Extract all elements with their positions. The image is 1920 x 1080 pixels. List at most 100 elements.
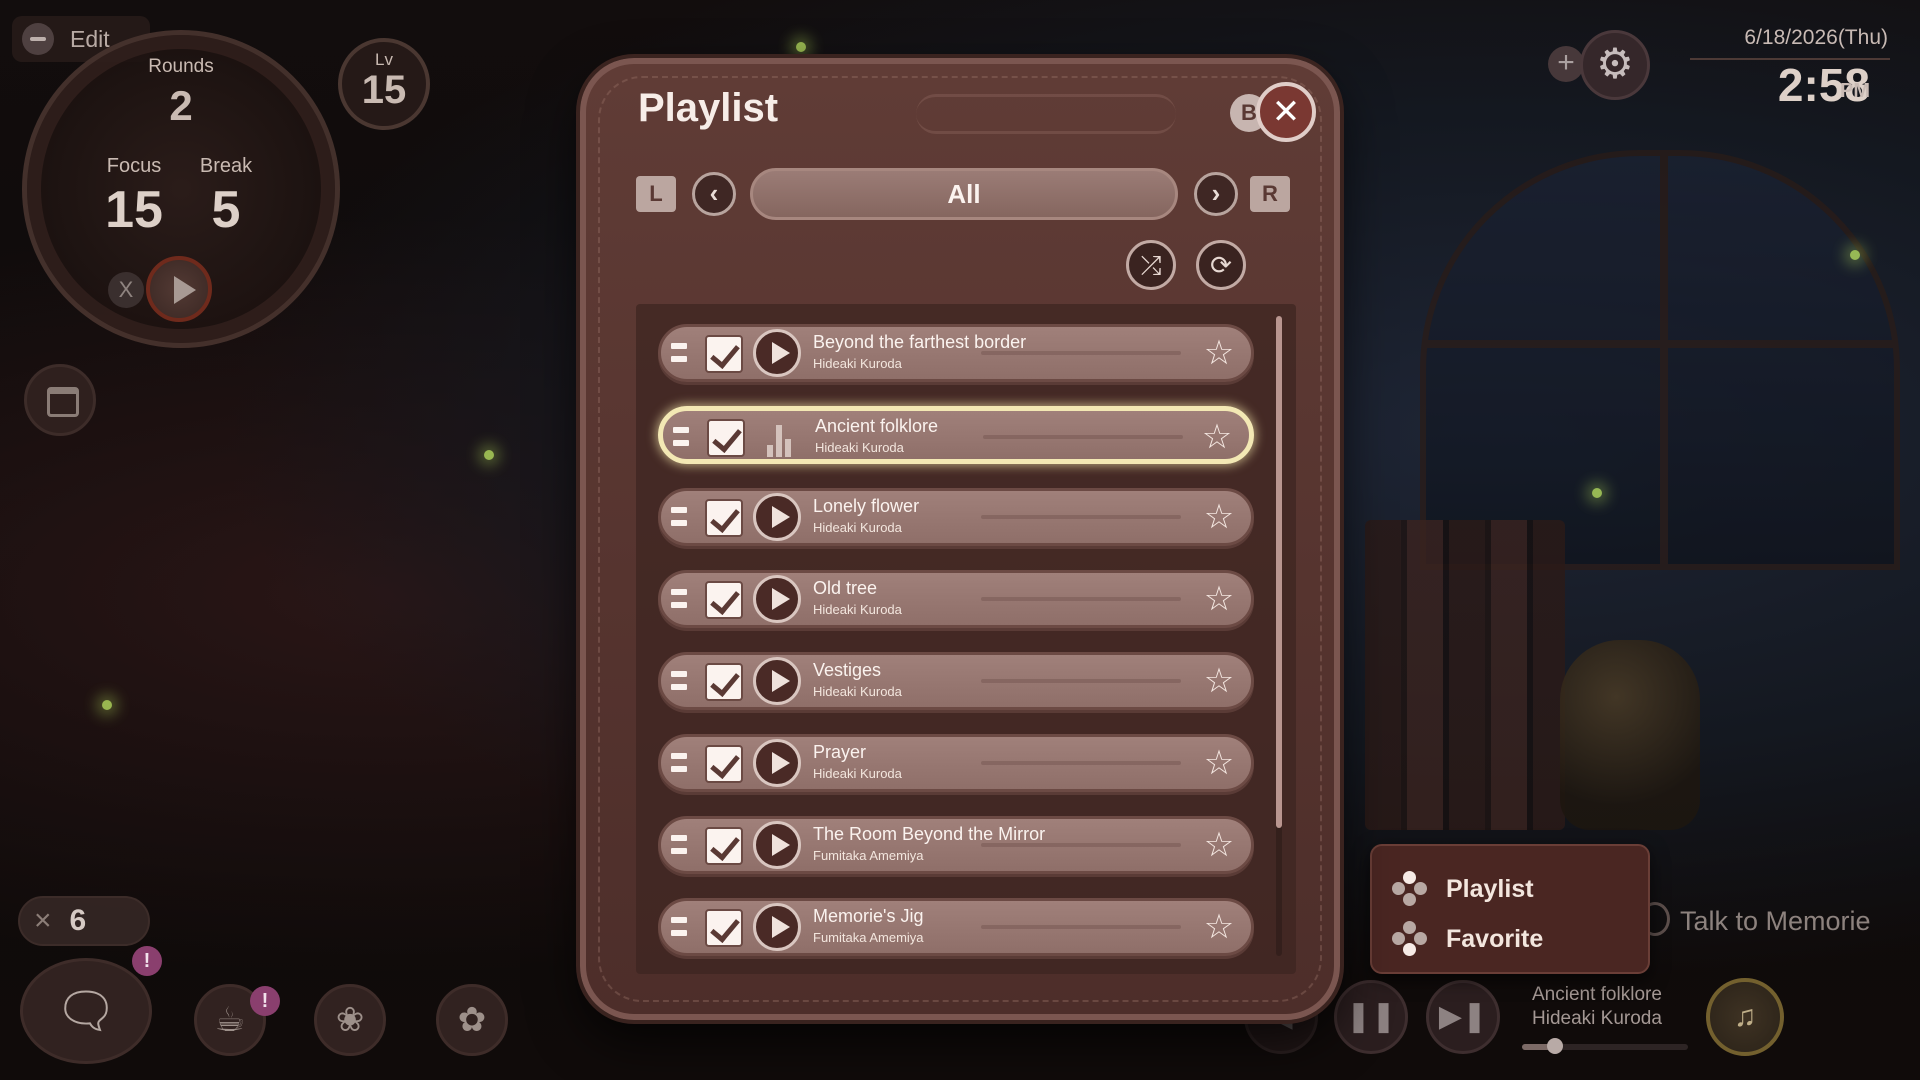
- now-playing-title: Ancient folklore: [1532, 984, 1662, 1005]
- prev-filter-button[interactable]: ‹: [692, 172, 736, 216]
- drag-handle-icon[interactable]: [671, 835, 687, 857]
- timer-stop-button[interactable]: X: [108, 272, 144, 308]
- menu-item-label: Playlist: [1446, 874, 1534, 903]
- track-row[interactable]: Beyond the farthest border Hideaki Kuroda…: [658, 324, 1254, 382]
- time-display: 2:58: [1777, 59, 1870, 111]
- track-checkbox[interactable]: [705, 909, 743, 947]
- volume-knob[interactable]: [1547, 1038, 1564, 1054]
- drag-handle-icon[interactable]: [671, 753, 687, 775]
- acorn-button[interactable]: ✿: [436, 984, 508, 1056]
- track-title: The Room Beyond the Mirror: [813, 824, 1046, 844]
- ampm-display: PM: [1840, 80, 1870, 102]
- track-row[interactable]: Ancient folklore Hideaki Kuroda ☆: [658, 406, 1254, 464]
- star-icon[interactable]: ☆: [1199, 907, 1239, 947]
- star-icon[interactable]: ☆: [1199, 497, 1239, 537]
- calendar-button[interactable]: [24, 364, 96, 436]
- track-artist: Hideaki Kuroda: [813, 602, 902, 617]
- level-badge: Lv 15: [338, 38, 430, 130]
- track-checkbox[interactable]: [705, 499, 743, 537]
- background-kettle: [1560, 640, 1700, 830]
- firefly: [1850, 250, 1860, 260]
- play-icon[interactable]: [753, 329, 801, 377]
- talk-to-memorie[interactable]: Talk to Memorie: [1680, 906, 1871, 937]
- drag-handle-icon[interactable]: [671, 343, 687, 365]
- timer-play-button[interactable]: [146, 256, 212, 322]
- drag-handle-icon[interactable]: [671, 589, 687, 611]
- title-ornament: [916, 94, 1176, 134]
- star-icon[interactable]: ☆: [1199, 743, 1239, 783]
- track-title: Old tree: [813, 578, 878, 598]
- track-checkbox[interactable]: [705, 581, 743, 619]
- track-artist: Hideaki Kuroda: [813, 356, 902, 371]
- scrollbar-thumb[interactable]: [1276, 316, 1282, 828]
- repeat-button[interactable]: ⟳: [1196, 240, 1246, 290]
- track-artist: Fumitaka Amemiya: [813, 930, 924, 945]
- paw-button[interactable]: ❀: [314, 984, 386, 1056]
- track-checkbox[interactable]: [705, 827, 743, 865]
- track-checkbox[interactable]: [705, 335, 743, 373]
- star-icon[interactable]: ☆: [1197, 417, 1237, 457]
- pause-button[interactable]: ❚❚: [1334, 980, 1408, 1054]
- star-icon[interactable]: ☆: [1199, 825, 1239, 865]
- scrollbar[interactable]: [1276, 316, 1282, 956]
- gear-icon: ⚙: [1596, 40, 1634, 87]
- star-icon[interactable]: ☆: [1199, 661, 1239, 701]
- track-title: Beyond the farthest border: [813, 332, 1027, 352]
- play-icon[interactable]: [753, 575, 801, 623]
- shuffle-icon: ⤮: [1140, 250, 1162, 280]
- play-icon[interactable]: [753, 493, 801, 541]
- track-artist: Hideaki Kuroda: [813, 520, 902, 535]
- dpad-icon: [1392, 871, 1428, 907]
- menu-item-favorite[interactable]: Favorite: [1392, 914, 1648, 964]
- alert-badge: !: [250, 986, 280, 1016]
- acorn-icon: ✿: [457, 1001, 487, 1039]
- star-icon[interactable]: ☆: [1199, 333, 1239, 373]
- track-title: Lonely flower: [813, 496, 920, 516]
- drag-handle-icon[interactable]: [671, 507, 687, 529]
- track-row[interactable]: Lonely flower Hideaki Kuroda ☆: [658, 488, 1254, 546]
- r-key-hint: R: [1250, 176, 1290, 212]
- play-icon[interactable]: [753, 821, 801, 869]
- track-checkbox[interactable]: [705, 663, 743, 701]
- play-icon[interactable]: [753, 903, 801, 951]
- star-icon[interactable]: ☆: [1199, 579, 1239, 619]
- close-button[interactable]: ✕: [1256, 82, 1316, 142]
- filter-selector[interactable]: All: [750, 168, 1178, 220]
- repeat-icon: ⟳: [1210, 250, 1232, 280]
- menu-item-playlist[interactable]: Playlist: [1392, 864, 1648, 914]
- chevron-right-icon: ›: [1211, 178, 1221, 208]
- track-row[interactable]: Memorie's Jig Fumitaka Amemiya ☆: [658, 898, 1254, 956]
- pause-icon: ❚❚: [1345, 1000, 1397, 1033]
- plus-icon[interactable]: +: [1548, 46, 1584, 82]
- track-artist: Hideaki Kuroda: [815, 440, 904, 455]
- next-button[interactable]: ▶❚: [1426, 980, 1500, 1054]
- track-row[interactable]: Prayer Hideaki Kuroda ☆: [658, 734, 1254, 792]
- key-icon: ×: [34, 904, 52, 937]
- background-books: [1365, 520, 1565, 830]
- chevron-left-icon: ‹: [709, 178, 719, 208]
- track-artist: Hideaki Kuroda: [813, 766, 902, 781]
- track-row[interactable]: Old tree Hideaki Kuroda ☆: [658, 570, 1254, 628]
- break-label: Break: [199, 155, 253, 177]
- play-icon[interactable]: [753, 739, 801, 787]
- music-button[interactable]: ♫: [1706, 978, 1784, 1056]
- drag-handle-icon[interactable]: [671, 917, 687, 939]
- track-row[interactable]: The Room Beyond the Mirror Fumitaka Amemi…: [658, 816, 1254, 874]
- track-row[interactable]: Vestiges Hideaki Kuroda ☆: [658, 652, 1254, 710]
- playlist-modal: Playlist B ✕ L ‹ All › R ⤮ ⟳ Beyond the …: [580, 58, 1340, 1020]
- chat-clock-button[interactable]: 🗨: [20, 958, 152, 1064]
- drag-handle-icon[interactable]: [671, 671, 687, 693]
- track-list[interactable]: Beyond the farthest border Hideaki Kuroda…: [636, 304, 1296, 974]
- next-icon: ▶❚: [1438, 1000, 1488, 1033]
- track-title: Memorie's Jig: [813, 906, 924, 926]
- now-playing-artist: Hideaki Kuroda: [1532, 1008, 1662, 1029]
- play-icon[interactable]: [753, 657, 801, 705]
- close-icon: ✕: [1271, 93, 1301, 131]
- tea-cup-icon: ☕: [214, 1001, 246, 1039]
- next-filter-button[interactable]: ›: [1194, 172, 1238, 216]
- track-checkbox[interactable]: [705, 745, 743, 783]
- shuffle-button[interactable]: ⤮: [1126, 240, 1176, 290]
- drag-handle-icon[interactable]: [673, 427, 689, 449]
- firefly: [796, 42, 806, 52]
- track-checkbox[interactable]: [707, 419, 745, 457]
